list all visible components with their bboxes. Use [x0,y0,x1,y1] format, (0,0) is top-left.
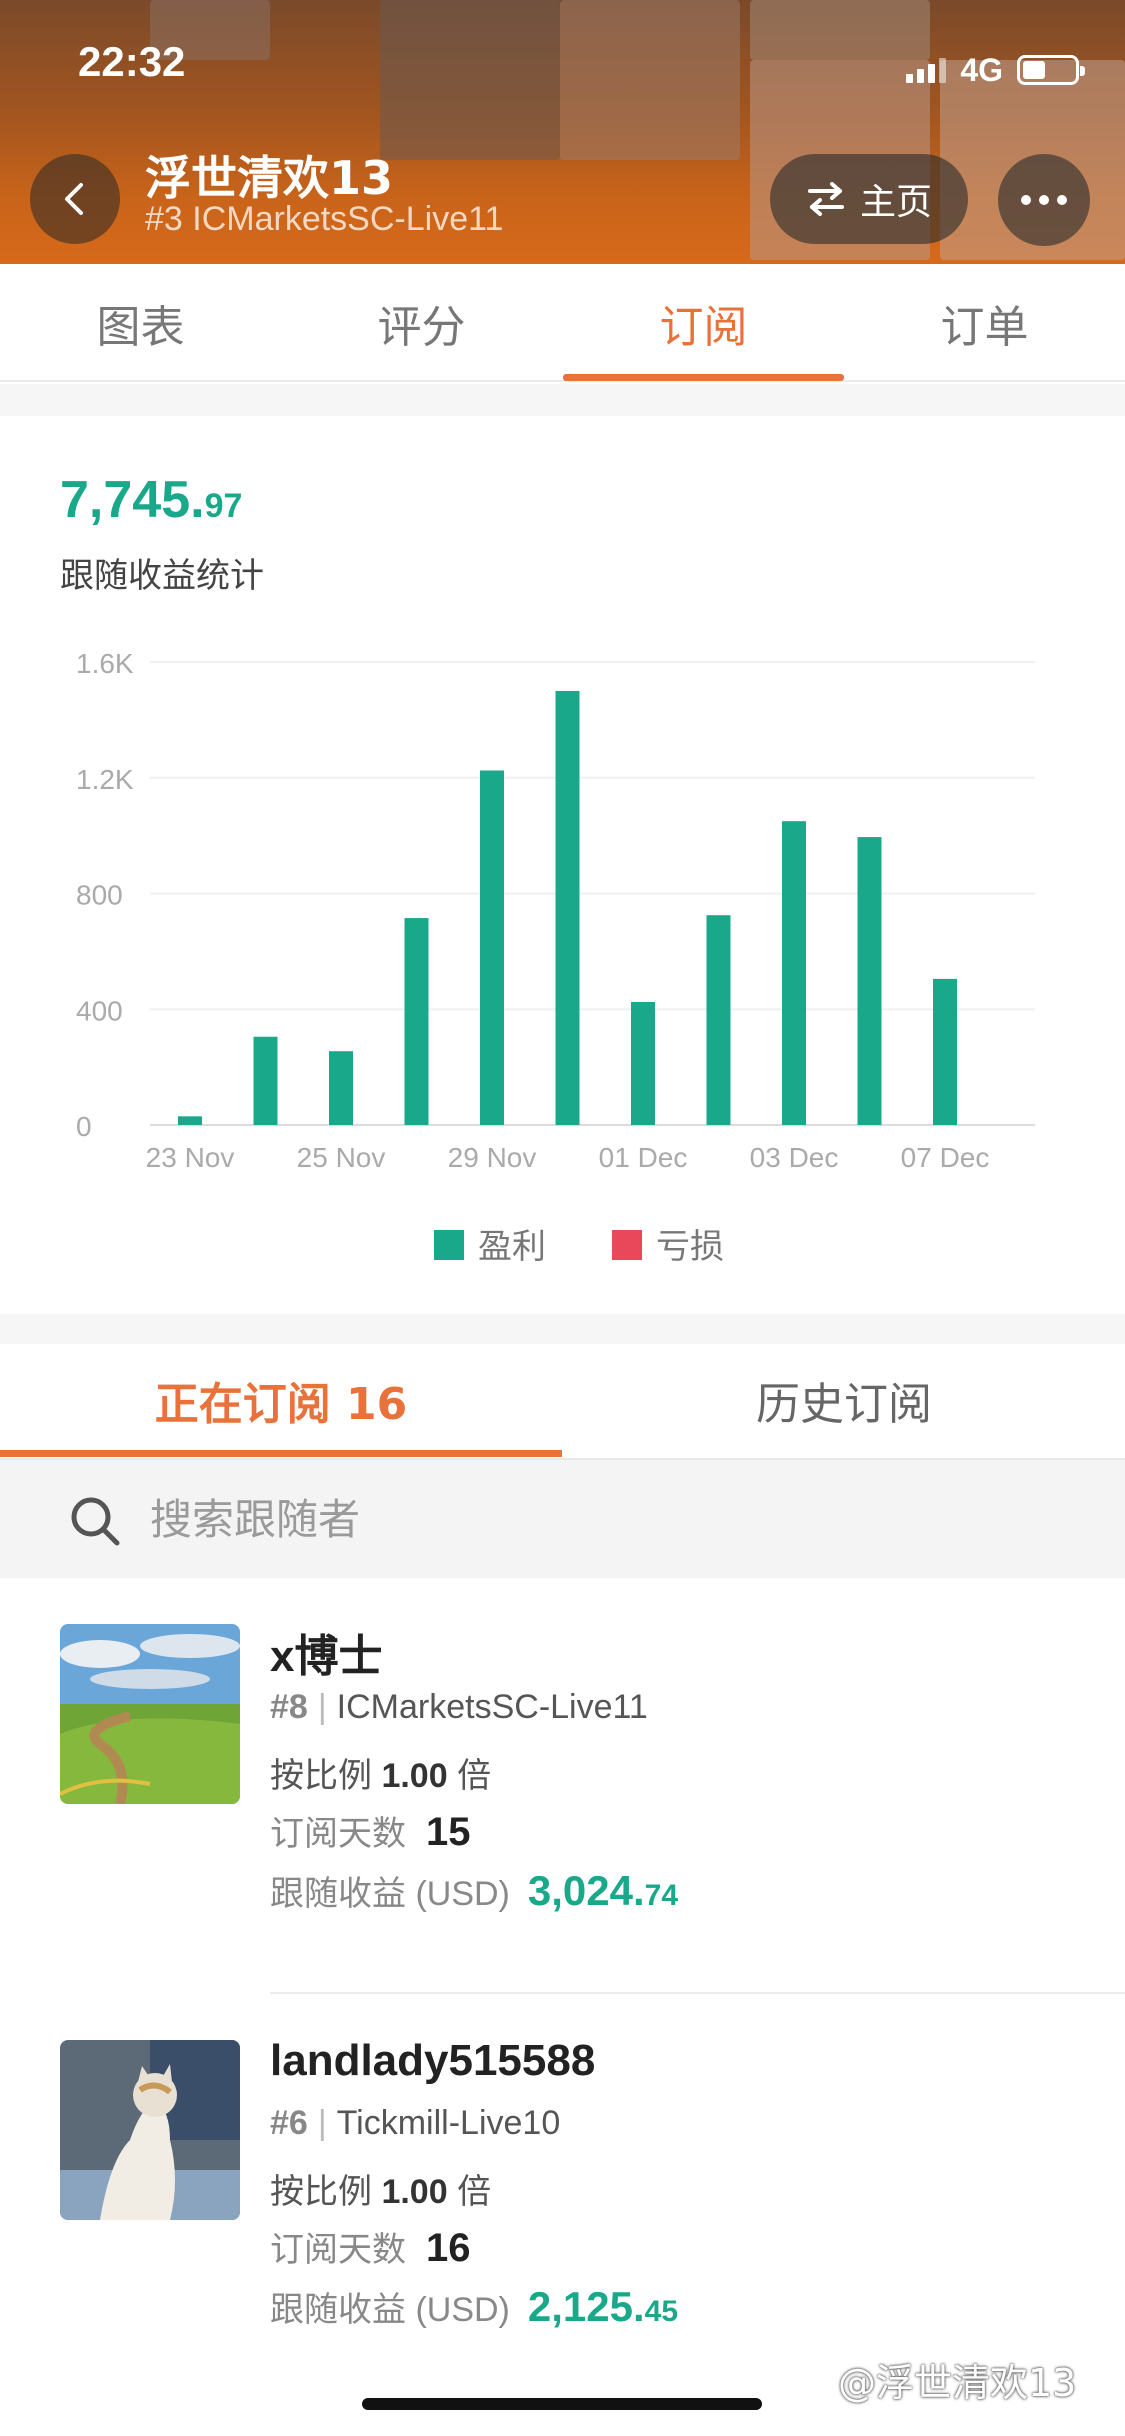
total-follow-profit-label: 跟随收益统计 [60,556,264,596]
chart-bar [706,915,731,1125]
more-button[interactable] [998,154,1090,246]
account-subtitle: #3 ICMarketsSC-Live11 [145,200,504,238]
search-input[interactable] [150,1484,1050,1554]
active-subtab-indicator [0,1450,562,1457]
chart-bar [782,821,806,1125]
x-tick-label: 07 Dec [901,1142,990,1173]
follow-profit-chart: 0 400 800 1.2K 1.6K 23 Nov 25 Nov 29 Nov 01 Dec 0… [76,648,1035,1266]
follower-profit: 跟随收益 (USD) 3,024.74 [270,1867,679,1914]
chart-bar [178,1116,202,1125]
x-tick-label: 29 Nov [448,1142,537,1173]
legend-label: 亏损 [656,1228,724,1266]
chart-bar [329,1051,353,1125]
chart-bar [857,837,882,1125]
swap-icon [807,182,844,216]
y-tick-label: 800 [76,880,123,911]
chart-bar [404,918,429,1125]
watermark: @浮世清欢13 [838,2361,1077,2405]
search-icon [71,1497,120,1546]
subscription-days: 订阅天数 15 [270,1810,471,1854]
search-bar [0,1460,1125,1578]
chart-bar [933,978,957,1125]
network-type: 4G [960,51,1003,88]
list-item[interactable]: landlady515588 #6 | Tickmill-Live10 按比例 1.… [0,1994,1125,2414]
chart-bar [480,770,504,1125]
profile-header: 22:32 4G 浮世清欢13 #3 ICMarketsSC-Live11 主页 [0,0,1125,264]
follower-account: #6 | Tickmill-Live10 [270,2104,561,2142]
signal-icon [906,57,947,83]
chart-bar [253,1036,278,1125]
tab-history-subscriptions[interactable]: 历史订阅 [563,1344,1125,1456]
tab-chart[interactable]: 图表 [0,264,281,382]
chevron-left-icon [65,183,83,215]
x-tick-label: 03 Dec [750,1142,839,1173]
follow-ratio: 按比例 1.00 倍 [270,2173,492,2211]
tab-current-subscriptions[interactable]: 正在订阅 16 [0,1344,562,1456]
follower-rank: #8 [270,1688,308,1726]
home-button-label: 主页 [859,182,932,223]
home-button[interactable]: 主页 [770,154,968,244]
home-indicator [362,2398,762,2410]
tab-orders[interactable]: 订单 [844,264,1125,382]
y-tick-label: 0 [76,1111,92,1142]
battery-icon [1017,55,1085,85]
total-follow-profit: 7,745.97 [60,471,243,529]
status-indicators: 4G [906,50,1085,90]
y-tick-label: 1.6K [76,648,134,679]
legend-swatch [612,1230,642,1260]
y-tick-label: 400 [76,995,123,1026]
status-time: 22:32 [78,38,186,85]
x-tick-label: 25 Nov [297,1142,386,1173]
active-tab-indicator [563,374,844,381]
subscription-days: 订阅天数 16 [270,2226,471,2270]
chart-bar [555,690,580,1125]
section-divider [0,384,1125,416]
avatar [60,1624,240,1804]
chart-bar [631,1002,655,1125]
back-button[interactable] [30,154,120,244]
follower-server: ICMarketsSC-Live11 [336,1688,648,1726]
x-tick-label: 01 Dec [599,1142,688,1173]
x-tick-label: 23 Nov [146,1142,235,1173]
tab-subscription[interactable]: 订阅 [563,264,844,382]
section-divider [0,1314,1125,1344]
follower-account: #8 | ICMarketsSC-Live11 [270,1688,648,1726]
follower-name: landlady515588 [270,2036,596,2085]
list-item[interactable]: x博士 #8 | ICMarketsSC-Live11 按比例 1.00 倍 订阅天… [0,1578,1125,1998]
avatar [60,2040,240,2220]
follower-profit: 跟随收益 (USD) 2,125.45 [270,2283,679,2330]
follow-ratio: 按比例 1.00 倍 [270,1757,492,1795]
y-tick-label: 1.2K [76,764,134,795]
main-tabs: 图表 评分 订阅 订单 [0,264,1125,382]
follower-rank: #6 [270,2104,308,2142]
follower-name: x博士 [270,1632,383,1681]
page-title: 浮世清欢13 [145,151,394,205]
more-dots-icon [1021,195,1031,205]
legend-label: 盈利 [478,1228,546,1266]
tab-rating[interactable]: 评分 [281,264,562,382]
subscription-tabs: 正在订阅 16 历史订阅 [0,1344,1125,1460]
legend-swatch [434,1230,464,1260]
follower-server: Tickmill-Live10 [336,2104,561,2142]
